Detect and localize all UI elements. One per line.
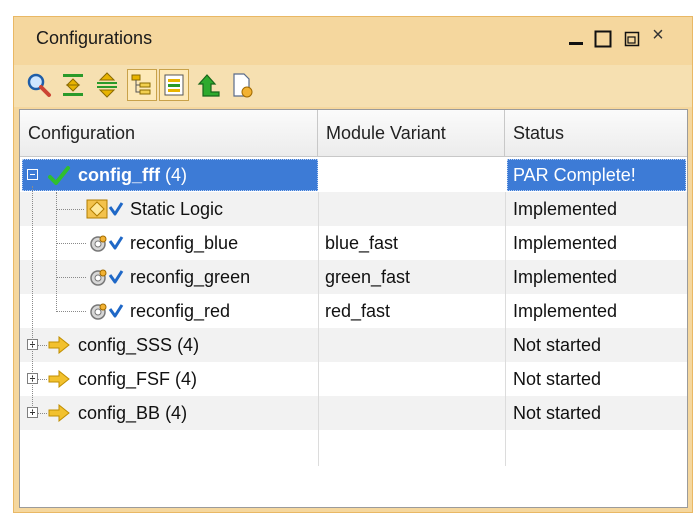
tree-row-config-fff[interactable]: config_fff (4) PAR Complete! (20, 158, 687, 192)
search-button[interactable] (24, 69, 54, 101)
config-name-text: config_SSS (78, 335, 173, 355)
implemented-check-icon (108, 270, 124, 284)
column-separator (505, 192, 506, 466)
config-name: config_SSS (4) (78, 328, 199, 362)
tree-row-static-logic[interactable]: Static Logic Implemented (20, 192, 687, 226)
config-name: config_FSF (4) (78, 362, 197, 396)
reconfig-module-icon (90, 269, 107, 286)
column-header-configuration[interactable]: Configuration (20, 110, 318, 156)
config-status: Not started (513, 335, 602, 355)
config-status: Implemented (513, 301, 618, 321)
implemented-check-icon (108, 304, 124, 318)
expand-all-icon (97, 72, 117, 98)
config-status: Implemented (513, 199, 618, 219)
tree-row-config-sss[interactable]: config_SSS (4) Not started (20, 328, 687, 362)
config-name-text: config_fff (78, 165, 160, 185)
tree-row-reconfig-green[interactable]: reconfig_green green_fast Implemented (20, 260, 687, 294)
title-bar[interactable]: Configurations × (14, 17, 692, 65)
tree-line (56, 311, 86, 312)
arrow-right-icon (48, 370, 70, 388)
column-header-module-variant[interactable]: Module Variant (318, 110, 505, 156)
tree-row-reconfig-blue[interactable]: reconfig_blue blue_fast Implemented (20, 226, 687, 260)
config-count: (4) (170, 369, 198, 389)
search-icon (27, 73, 51, 97)
configuration-tree-table: Configuration Module Variant Status conf… (19, 109, 688, 508)
config-name: Static Logic (130, 199, 224, 219)
arrow-right-icon (48, 404, 70, 422)
arrow-right-icon (48, 336, 70, 354)
close-button[interactable]: × (647, 23, 669, 47)
minimize-button[interactable] (565, 27, 587, 51)
tree-line (38, 345, 47, 346)
hierarchy-view-icon (131, 74, 151, 95)
config-count: (4) (172, 335, 200, 355)
config-name-text: config_BB (78, 403, 161, 423)
toolbar (14, 65, 692, 107)
config-status: Implemented (513, 267, 618, 287)
config-status: Implemented (513, 233, 618, 253)
module-variant: red_fast (325, 301, 391, 321)
reconfig-module-icon (90, 303, 107, 320)
config-name-text: config_FSF (78, 369, 171, 389)
restore-button[interactable] (621, 27, 643, 51)
collapse-all-icon (63, 74, 83, 96)
column-header-status[interactable]: Status (505, 110, 687, 156)
restore-icon (624, 31, 640, 47)
minimize-icon (569, 42, 583, 45)
tree-line (32, 186, 33, 412)
tree-line (38, 379, 47, 380)
static-logic-icon (86, 199, 108, 219)
config-name: config_BB (4) (78, 396, 187, 430)
tree-line (56, 243, 86, 244)
move-up-button[interactable] (195, 69, 225, 101)
collapse-all-button[interactable] (58, 69, 88, 101)
table-header: Configuration Module Variant Status (20, 110, 687, 157)
implemented-check-icon (108, 236, 124, 250)
reconfig-module-icon (90, 235, 107, 252)
implemented-check-icon (108, 202, 124, 216)
config-name: reconfig_blue (130, 233, 239, 253)
flat-view-button[interactable] (159, 69, 189, 101)
config-status: Not started (513, 369, 602, 389)
hierarchy-view-button[interactable] (127, 69, 157, 101)
configurations-window: Configurations × Configuration Module Va… (13, 16, 693, 513)
tree-line (38, 413, 47, 414)
expand-all-button[interactable] (92, 69, 122, 101)
move-up-icon (197, 74, 220, 97)
tree-row-config-bb[interactable]: config_BB (4) Not started (20, 396, 687, 430)
tree-row-reconfig-red[interactable]: reconfig_red red_fast Implemented (20, 294, 687, 328)
config-name: reconfig_red (130, 301, 231, 321)
config-status: Not started (513, 403, 602, 423)
maximize-icon (594, 30, 612, 48)
config-count: (4) (159, 165, 187, 185)
tree-line (56, 277, 86, 278)
collapse-toggle[interactable] (27, 169, 38, 180)
config-name: reconfig_green (130, 267, 251, 287)
config-name: config_fff (4) (78, 158, 187, 192)
config-count: (4) (160, 403, 188, 423)
new-config-button[interactable] (227, 69, 257, 101)
module-variant: green_fast (325, 267, 411, 287)
module-variant: blue_fast (325, 233, 399, 253)
tree-line (56, 209, 84, 210)
new-config-icon (233, 73, 253, 98)
window-title: Configurations (36, 28, 153, 48)
maximize-button[interactable] (592, 27, 614, 51)
config-status: PAR Complete! (513, 165, 636, 185)
flat-view-icon (164, 74, 184, 96)
column-separator (318, 192, 319, 466)
check-icon (48, 166, 70, 185)
tree-row-config-fsf[interactable]: config_FSF (4) Not started (20, 362, 687, 396)
